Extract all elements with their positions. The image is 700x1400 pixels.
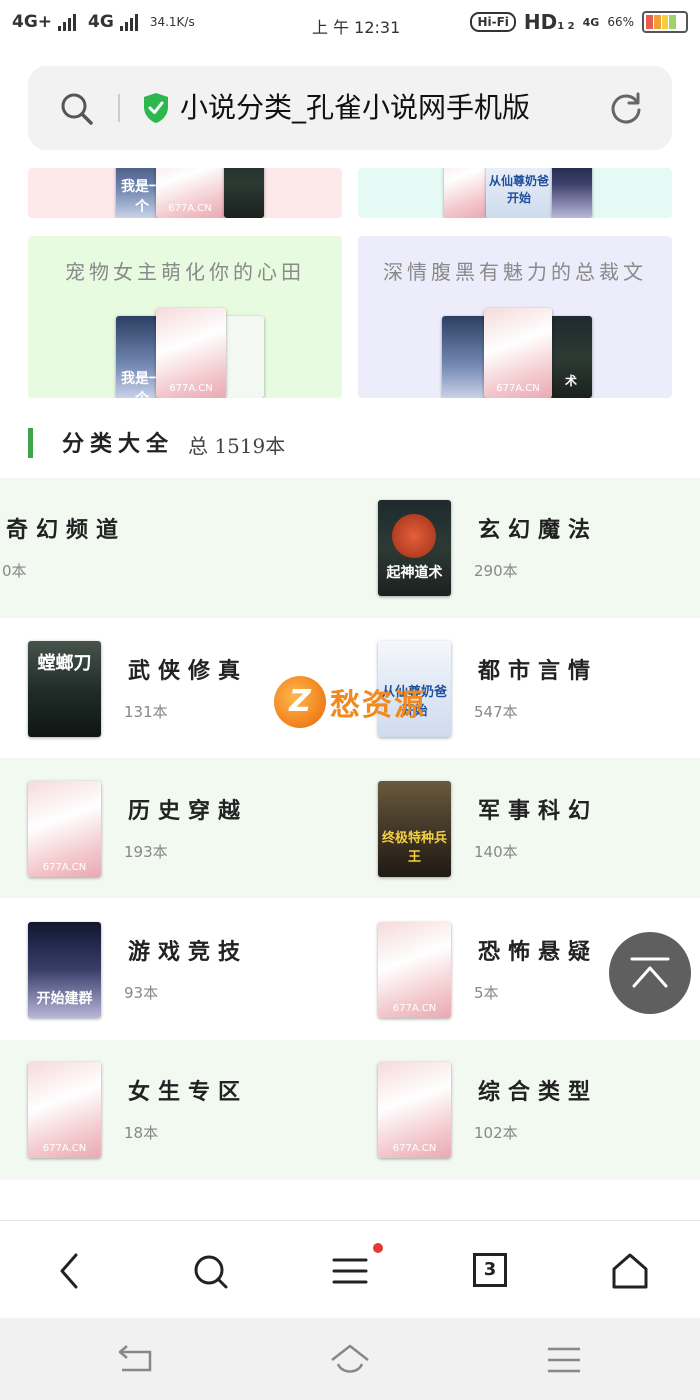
back-icon[interactable] — [50, 1251, 90, 1291]
battery-icon — [642, 11, 688, 33]
network-type-tertiary: 4G — [582, 15, 600, 29]
category-name[interactable]: 恐怖悬疑 — [478, 934, 598, 966]
watermark-logo-icon: Z — [274, 676, 326, 728]
system-home-icon[interactable] — [330, 1340, 370, 1380]
book-cover: 677A.CN — [156, 308, 226, 398]
topic-card-title: 宠物女主萌化你的心田 — [65, 260, 305, 284]
section-title: 分类大全 — [62, 431, 175, 457]
category-cover[interactable]: 677A.CN — [378, 1062, 451, 1158]
topic-card[interactable]: 宠物女主萌化你的心田 我是一个 677A.CN — [28, 236, 342, 398]
section-accent-bar — [28, 428, 33, 458]
book-cover: 术 — [550, 316, 592, 398]
category-count: 131本 — [124, 702, 168, 721]
cover-title: 螳螂刀 — [37, 652, 92, 674]
hifi-badge: Hi-Fi — [470, 12, 516, 32]
cover-label: 677A.CN — [42, 1143, 87, 1154]
search-icon[interactable] — [60, 92, 94, 126]
category-name[interactable]: 综合类型 — [478, 1074, 598, 1106]
category-name[interactable]: 历史穿越 — [128, 793, 248, 825]
cover-title: 开始建群 — [36, 990, 93, 1007]
category-cover[interactable]: 终极特种兵王 — [378, 781, 451, 877]
category-count: 102本 — [474, 1124, 518, 1142]
cover-label: 677A.CN — [42, 862, 87, 873]
cover-title: 起神道术 — [386, 565, 443, 581]
home-icon[interactable] — [610, 1251, 650, 1291]
topic-card[interactable]: 深情腹黑有魅力的总裁文 术 677A.CN — [358, 236, 672, 398]
system-nav-bar — [0, 1318, 700, 1400]
battery-percent: 66% — [607, 15, 634, 29]
category-name[interactable]: 游戏竞技 — [128, 934, 248, 966]
topic-card-title: 深情腹黑有魅力的总裁文 — [383, 260, 647, 284]
category-name[interactable]: 女生专区 — [128, 1074, 248, 1106]
notification-dot — [373, 1243, 383, 1253]
address-divider — [118, 94, 120, 122]
system-back-icon[interactable] — [116, 1340, 156, 1380]
watermark: Z 愁资源 — [274, 676, 426, 728]
category-cover[interactable]: 677A.CN — [378, 921, 451, 1018]
browser-toolbar: 3 — [0, 1220, 700, 1318]
category-name[interactable]: 武侠修真 — [128, 653, 248, 685]
book-cover: 677A.CN — [484, 308, 552, 398]
book-cover — [552, 168, 592, 218]
signal-icon-secondary — [119, 13, 138, 31]
refresh-icon[interactable] — [608, 90, 644, 126]
category-count: 193本 — [124, 843, 168, 861]
cover-title: 终极特种兵王 — [381, 831, 447, 865]
cover-label: 677A.CN — [392, 1002, 437, 1014]
category-name[interactable]: 都市言情 — [478, 653, 598, 685]
category-item[interactable] — [0, 480, 350, 620]
category-count: 18本 — [124, 1124, 159, 1142]
category-cover[interactable]: 677A.CN — [28, 1062, 101, 1158]
back-to-top-button[interactable] — [609, 932, 691, 1014]
category-cover[interactable]: 677A.CN — [28, 781, 101, 877]
address-bar[interactable]: 小说分类_孔雀小说网手机版 — [28, 66, 672, 150]
status-left: 4G+ 4G 34.1K/s — [12, 12, 195, 32]
menu-icon[interactable] — [330, 1251, 370, 1291]
category-count: 93本 — [124, 983, 159, 1002]
status-right: Hi-Fi HD1 2 4G 66% — [470, 10, 688, 34]
network-type-secondary: 4G — [88, 12, 114, 32]
system-menu-icon[interactable] — [544, 1340, 584, 1380]
category-cover[interactable]: 起神道术 — [378, 500, 451, 596]
topic-card[interactable]: 我是一个 677A.CN — [28, 168, 342, 218]
moon-graphic — [392, 514, 436, 558]
category-count: 547本 — [474, 702, 518, 721]
status-bar: 4G+ 4G 34.1K/s 上 午 12:31 Hi-Fi HD1 2 4G … — [0, 0, 700, 52]
watermark-text: 愁资源 — [330, 688, 426, 723]
search-icon[interactable] — [190, 1251, 230, 1291]
clock: 上 午 12:31 — [312, 18, 401, 37]
network-speed: 34.1K/s — [149, 15, 195, 29]
category-cover[interactable]: 螳螂刀 — [28, 640, 101, 737]
arrow-up-icon — [630, 957, 670, 988]
page-title[interactable]: 小说分类_孔雀小说网手机版 — [180, 88, 530, 128]
signal-icon — [58, 13, 77, 31]
category-cover[interactable]: 开始建群 — [28, 921, 101, 1018]
category-name[interactable]: 玄幻魔法 — [478, 512, 598, 544]
book-cover — [444, 168, 486, 218]
hd-badge: HD1 2 — [523, 10, 575, 34]
topic-card[interactable]: 从仙尊奶爸开始 — [358, 168, 672, 218]
book-cover — [224, 316, 264, 398]
book-cover — [224, 168, 264, 218]
network-type-primary: 4G+ — [12, 12, 53, 32]
category-name[interactable]: 军事科幻 — [478, 793, 598, 825]
tabs-button[interactable]: 3 — [473, 1253, 507, 1287]
category-count: 140本 — [474, 843, 518, 861]
category-name[interactable]: 奇幻频道 — [6, 512, 126, 544]
category-count: 290本 — [474, 562, 518, 580]
section-total-count: 总 1519本 — [188, 434, 286, 458]
category-count: 0本 — [2, 562, 27, 580]
secure-shield-icon — [144, 93, 168, 123]
book-cover: 677A.CN — [156, 168, 224, 218]
cover-label: 677A.CN — [392, 1143, 437, 1154]
category-count: 5本 — [474, 983, 499, 1002]
book-cover: 从仙尊奶爸开始 — [486, 168, 552, 218]
